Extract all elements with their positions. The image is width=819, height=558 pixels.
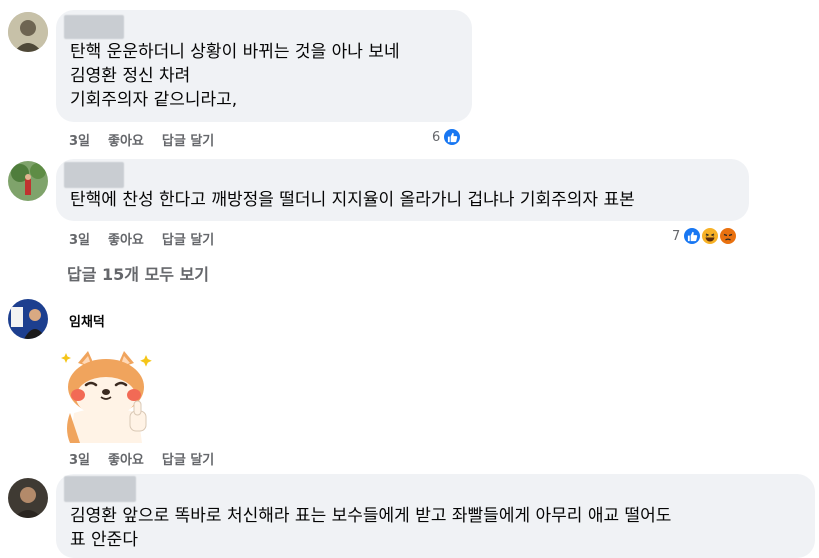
like-button[interactable]: 좋아요: [108, 134, 144, 149]
comment-text: 탄핵 운운하더니 상황이 바뀌는 것을 아나 보네 김영환 정신 차려 기회주의…: [70, 42, 400, 110]
author-name-redacted[interactable]: [64, 476, 136, 502]
avatar[interactable]: [8, 161, 48, 201]
angry-icon: [718, 226, 739, 246]
comment-time[interactable]: 3일: [69, 453, 90, 468]
shiba-dog-thumbs-up-sticker: [56, 343, 156, 443]
comment-text: 김영환 앞으로 똑바로 처신해라 표는 보수들에게 받고 좌빨들에게 아무리 애…: [70, 506, 672, 550]
comment-bubble: 탄핵에 찬성 한다고 깨방정을 떨더니 지지율이 올라가니 겁냐나 기회주의자 …: [56, 159, 749, 221]
haha-icon: [700, 226, 721, 246]
comment-actions: 3일 좋아요 답글 달기: [69, 130, 232, 149]
comment-time[interactable]: 3일: [69, 233, 90, 248]
reply-button[interactable]: 답글 달기: [162, 453, 214, 468]
like-button[interactable]: 좋아요: [108, 453, 144, 468]
reaction-count: 6: [432, 129, 441, 145]
author-name[interactable]: 임채덕: [69, 311, 105, 330]
comment-actions: 3일 좋아요 답글 달기: [69, 229, 232, 248]
avatar[interactable]: [8, 478, 48, 518]
avatar[interactable]: [8, 12, 48, 52]
view-more-replies-link[interactable]: 답글 15개 모두 보기: [67, 261, 209, 285]
reaction-summary[interactable]: 7: [672, 226, 739, 246]
like-button[interactable]: 좋아요: [108, 233, 144, 248]
comment-actions: 3일 좋아요 답글 달기: [69, 449, 232, 468]
reaction-count: 7: [672, 228, 681, 244]
like-icon: [682, 226, 703, 246]
comment-bubble: 탄핵 운운하더니 상황이 바뀌는 것을 아나 보네 김영환 정신 차려 기회주의…: [56, 10, 472, 122]
reaction-summary[interactable]: 6: [432, 127, 463, 147]
comment-text: 탄핵에 찬성 한다고 깨방정을 떨더니 지지율이 올라가니 겁냐나 기회주의자 …: [70, 190, 635, 210]
reply-button[interactable]: 답글 달기: [162, 233, 214, 248]
author-name-redacted[interactable]: [64, 162, 124, 188]
reply-button[interactable]: 답글 달기: [162, 134, 214, 149]
comment-bubble: 김영환 앞으로 똑바로 처신해라 표는 보수들에게 받고 좌빨들에게 아무리 애…: [56, 474, 815, 558]
like-icon: [442, 127, 463, 147]
comment-time[interactable]: 3일: [69, 134, 90, 149]
avatar[interactable]: [8, 299, 48, 339]
author-name-redacted[interactable]: [64, 15, 124, 39]
